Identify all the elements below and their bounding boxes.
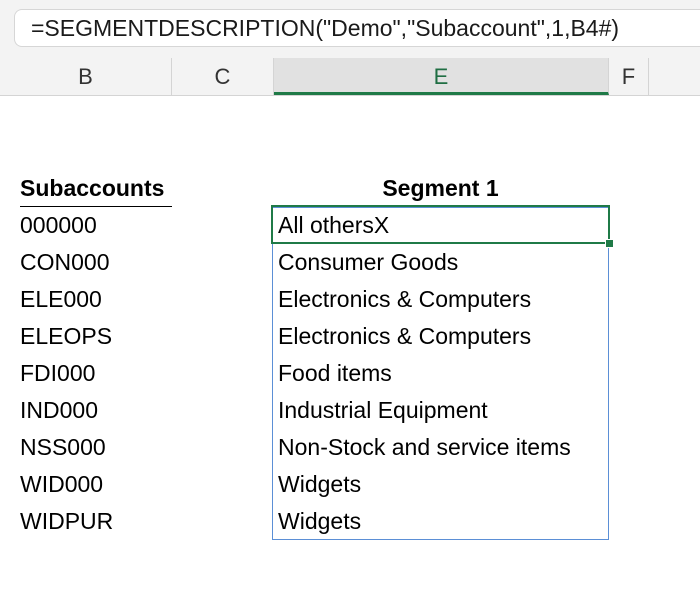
segment-cell[interactable]: Consumer Goods (278, 244, 458, 281)
segment-cell[interactable]: Industrial Equipment (278, 392, 488, 429)
column-header-b[interactable]: B (0, 58, 172, 95)
active-cell-outline[interactable] (271, 205, 610, 244)
subaccounts-header-cell[interactable]: Subaccounts (20, 170, 172, 207)
subaccount-cell[interactable]: WID000 (20, 466, 103, 503)
fill-handle[interactable] (605, 239, 614, 248)
subaccount-cell[interactable]: IND000 (20, 392, 98, 429)
column-header-c[interactable]: C (172, 58, 274, 95)
subaccount-cell[interactable]: 000000 (20, 207, 97, 244)
subaccount-cell[interactable]: WIDPUR (20, 503, 113, 540)
subaccount-cell[interactable]: CON000 (20, 244, 109, 281)
spreadsheet-window: =SEGMENTDESCRIPTION("Demo","Subaccount",… (0, 0, 700, 597)
segment-header-cell[interactable]: Segment 1 (273, 170, 608, 207)
segment-cell[interactable]: Widgets (278, 466, 361, 503)
segment-cell[interactable]: Widgets (278, 503, 361, 540)
subaccount-cell[interactable]: ELEOPS (20, 318, 112, 355)
column-header-e[interactable]: E (274, 58, 609, 95)
column-headers: B C E F (0, 58, 700, 96)
segment-cell[interactable]: Electronics & Computers (278, 281, 531, 318)
segment-cell[interactable]: Food items (278, 355, 392, 392)
subaccount-cell[interactable]: FDI000 (20, 355, 95, 392)
column-header-f[interactable]: F (609, 58, 649, 95)
segment-cell[interactable]: Electronics & Computers (278, 318, 531, 355)
subaccount-cell[interactable]: ELE000 (20, 281, 102, 318)
formula-input[interactable]: =SEGMENTDESCRIPTION("Demo","Subaccount",… (14, 9, 700, 47)
subaccount-cell[interactable]: NSS000 (20, 429, 106, 466)
segment-cell[interactable]: Non-Stock and service items (278, 429, 571, 466)
formula-bar: =SEGMENTDESCRIPTION("Demo","Subaccount",… (0, 0, 700, 58)
